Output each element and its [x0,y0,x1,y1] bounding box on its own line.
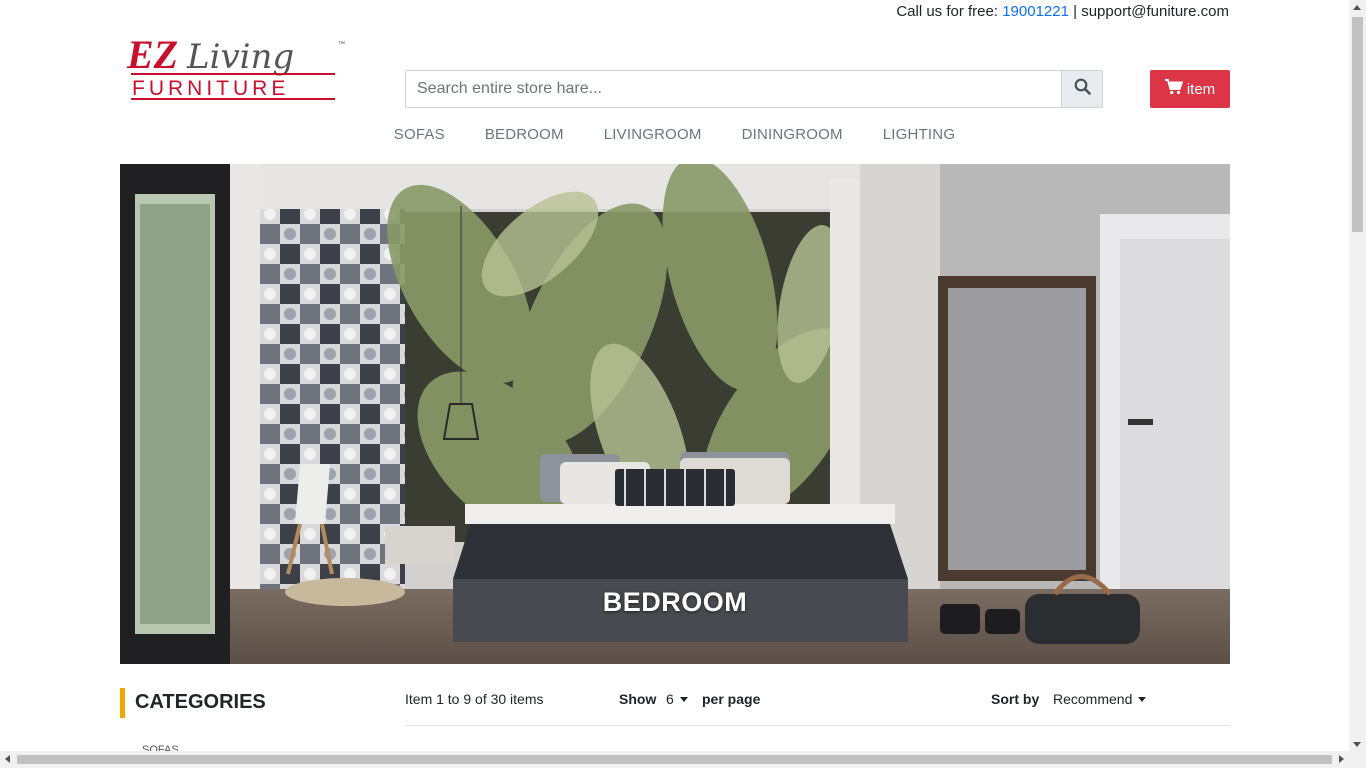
cart-icon [1164,79,1184,99]
vertical-scrollbar[interactable] [1349,0,1366,751]
search-icon [1074,78,1091,100]
email-link[interactable]: support@funiture.com [1081,3,1229,20]
hero-caption: BEDROOM [602,587,748,617]
scroll-left-icon[interactable] [5,755,10,763]
logo-furniture: FURNITURE [132,77,289,100]
per-page-label: per page [702,691,761,707]
sort-value: Recommend [1053,691,1133,707]
scrollbar-thumb[interactable] [1352,17,1363,232]
nav-item-diningroom[interactable]: DININGROOM [722,126,863,143]
item-count: Item 1 to 9 of 30 items [405,691,544,707]
categories-heading: CATEGORIES [120,688,266,718]
show-label: Show [619,691,657,707]
call-label: Call us for free: [896,3,999,20]
per-page-dropdown[interactable]: 6 [666,691,688,707]
sort-label: Sort by [991,691,1040,707]
nav-item-sofas[interactable]: SOFAS [374,126,465,143]
per-page-value: 6 [666,691,674,707]
main-nav: SOFAS BEDROOM LIVINGROOM DININGROOM LIGH… [0,126,1349,143]
nav-item-bedroom[interactable]: BEDROOM [465,126,584,143]
search-input[interactable] [405,70,1061,108]
scroll-up-icon[interactable] [1353,5,1361,10]
cart-button[interactable]: item [1150,70,1230,108]
brand-logo[interactable]: EZ Living ™ FURNITURE [125,26,350,104]
hero-banner[interactable]: BEDROOM [120,164,1230,664]
sort-dropdown[interactable]: Recommend [1053,691,1147,707]
separator: | [1073,3,1078,20]
phone-link[interactable]: 19001221 [1002,3,1069,20]
nav-item-lighting[interactable]: LIGHTING [863,126,975,143]
product-toolbar: Item 1 to 9 of 30 items Show 6 per page … [405,690,1230,726]
nav-item-livingroom[interactable]: LIVINGROOM [584,126,722,143]
logo-ez: EZ [126,32,178,77]
scroll-right-icon[interactable] [1339,755,1344,763]
scroll-down-icon[interactable] [1353,742,1361,747]
chevron-down-icon [679,697,688,702]
cart-label: item [1186,80,1216,98]
logo-living: Living [186,37,294,77]
contact-bar: Call us for free: 19001221 | support@fun… [896,3,1229,20]
search-bar [405,70,1103,108]
search-button[interactable] [1061,70,1103,108]
logo-tm: ™ [338,41,345,48]
horizontal-scrollbar[interactable] [0,751,1366,768]
chevron-down-icon [1138,697,1147,702]
scrollbar-thumb-horizontal[interactable] [17,755,1332,764]
